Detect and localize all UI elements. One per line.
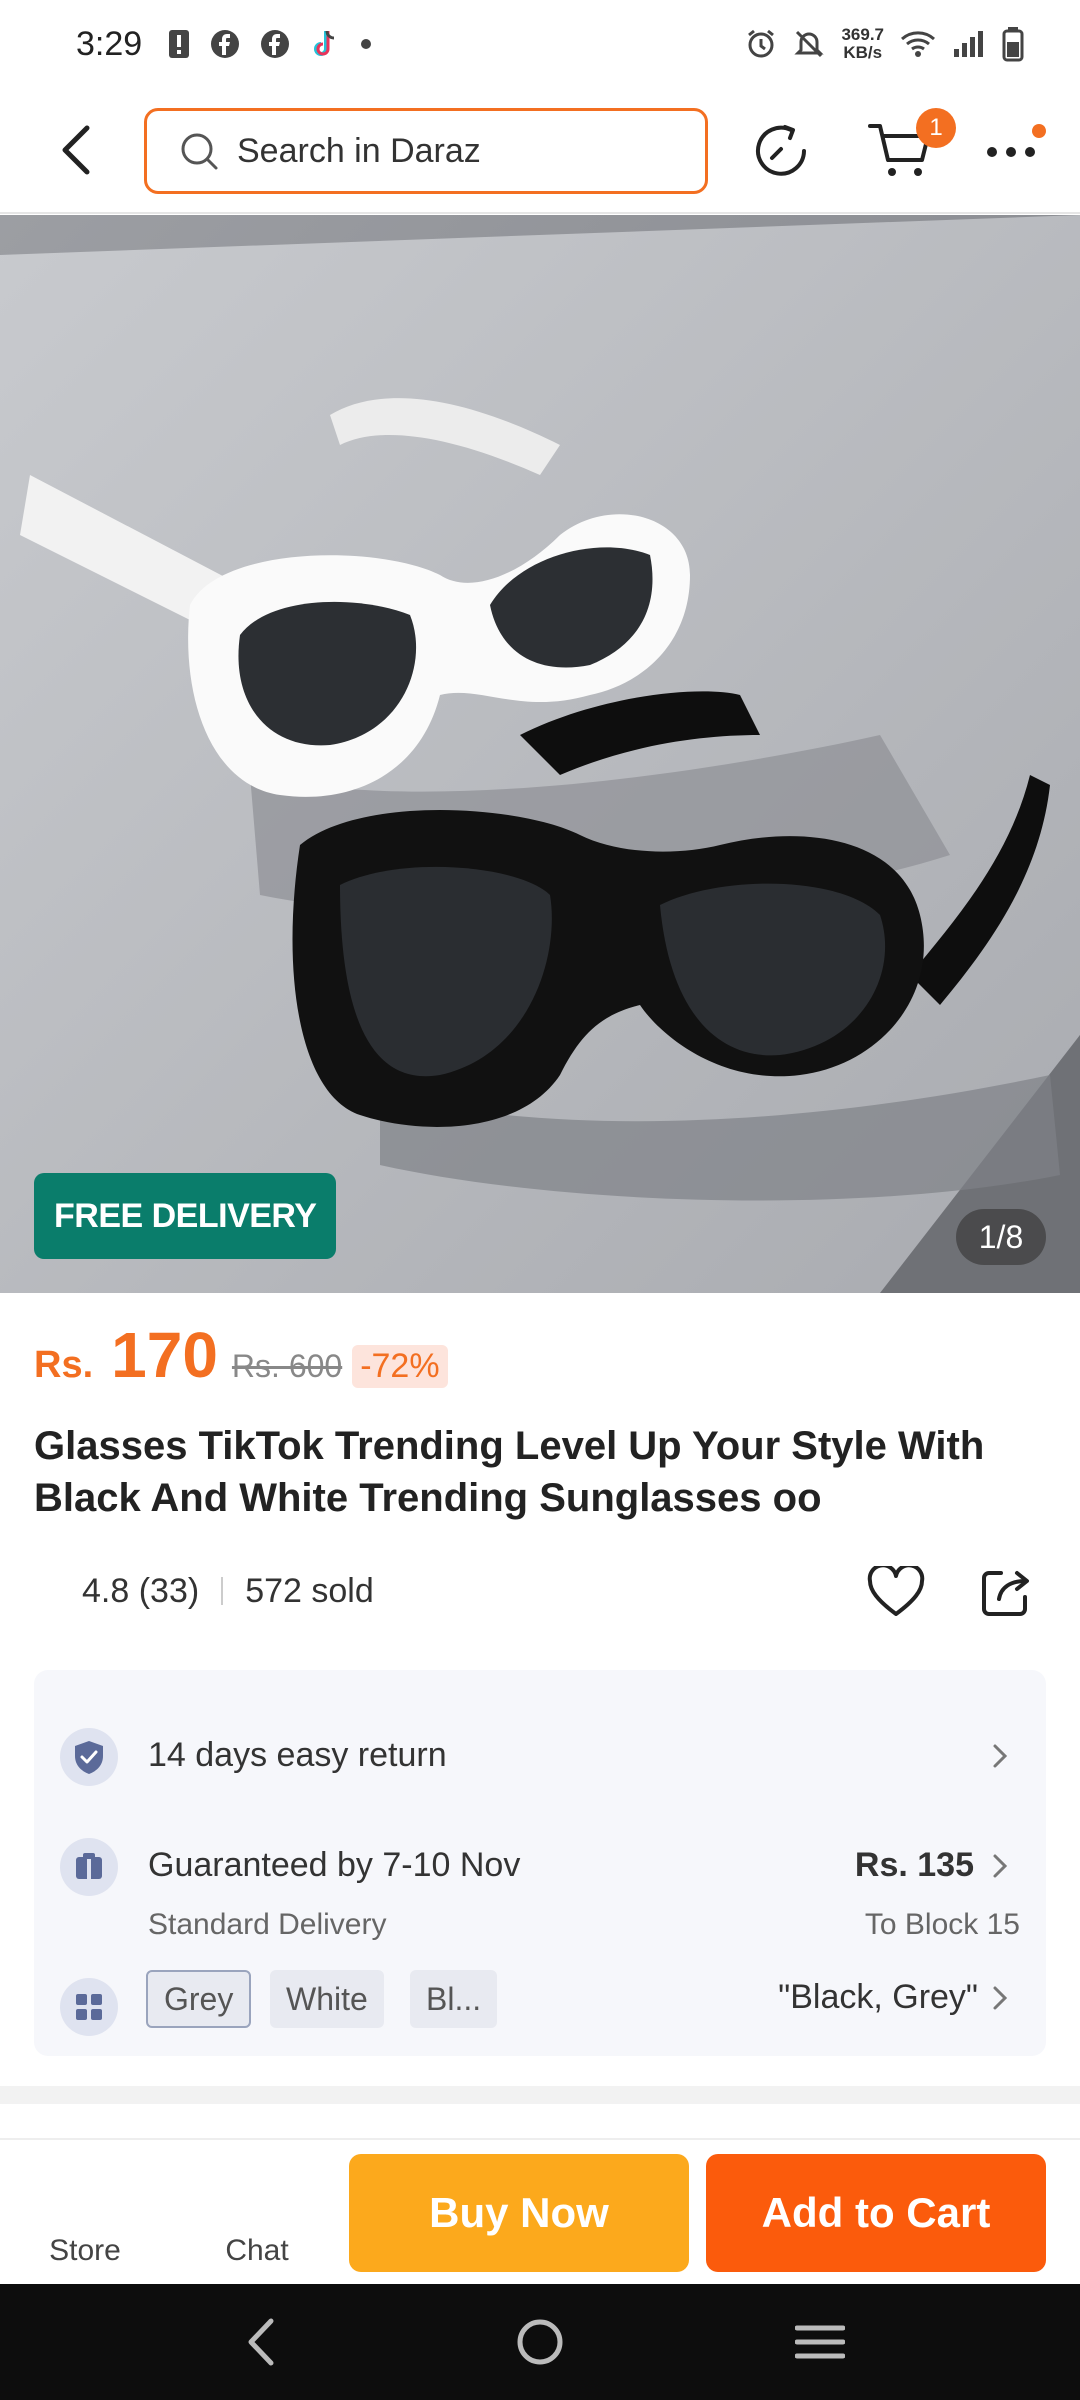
- nav-back-icon: [248, 2318, 274, 2366]
- share-icon: [982, 1571, 1029, 1616]
- rating-row: 4.8 (33) 572 sold: [34, 1558, 1046, 1624]
- price-original: Rs. 600: [231, 1348, 343, 1384]
- notification-dot: [1032, 124, 1046, 138]
- net-speed-value: 369.7: [841, 25, 884, 44]
- more-horizontal-icon: [987, 147, 1035, 157]
- status-bar: 3:29 369.7 KB/s: [0, 0, 1080, 88]
- delivery-guarantee-text: Guaranteed by 7-10 Nov: [148, 1846, 521, 1884]
- refresh-icon: [756, 125, 806, 176]
- top-bar: Search in Daraz 1: [0, 88, 1080, 214]
- tiktok-icon: [314, 30, 335, 56]
- facebook-icon: [261, 30, 290, 58]
- nav-menu-icon: [795, 2325, 845, 2359]
- delivery-fee: Rs. 135: [854, 1846, 974, 1884]
- chevron-right-icon: [986, 1980, 1014, 2016]
- service-info-card: 14 days easy return Guaranteed by 7-10 N…: [34, 1670, 1046, 2056]
- system-nav-bar: [0, 2284, 1080, 2400]
- variant-chip-black[interactable]: Bl...: [410, 1970, 498, 2028]
- shield-check-icon: [60, 1728, 118, 1786]
- net-speed: 369.7 KB/s: [841, 26, 884, 62]
- delivery-box-icon: [60, 1838, 118, 1896]
- muted-bell-icon: [794, 30, 825, 58]
- selected-variants-text: "Black, Grey": [778, 1978, 978, 2016]
- product-title: Glasses TikTok Trending Level Up Your St…: [34, 1424, 985, 1520]
- price-row: Rs. 170 Rs. 600 -72%: [34, 1318, 448, 1404]
- wifi-icon: [901, 31, 935, 57]
- delivery-location: To Block 15: [864, 1908, 1020, 1941]
- chevron-right-icon: [986, 1848, 1014, 1884]
- add-to-cart-button[interactable]: Add to Cart: [706, 2154, 1046, 2272]
- back-button[interactable]: [46, 118, 106, 182]
- cart-button[interactable]: 1: [860, 108, 956, 186]
- notification-icons: [168, 28, 372, 60]
- wishlist-button[interactable]: [864, 1560, 928, 1624]
- sold-count: 572 sold: [245, 1571, 374, 1610]
- search-placeholder: Search in Daraz: [237, 131, 481, 170]
- search-input[interactable]: Search in Daraz: [144, 108, 708, 194]
- product-image-gallery[interactable]: FREE DELIVERY 1/8: [0, 215, 1080, 1293]
- store-label: Store: [49, 2234, 121, 2267]
- chat-button[interactable]: Chat: [192, 2140, 322, 2286]
- free-delivery-badge: FREE DELIVERY: [34, 1173, 337, 1259]
- nav-home-button[interactable]: [500, 2302, 580, 2382]
- nav-home-icon: [517, 2319, 563, 2365]
- nav-back-button[interactable]: [220, 2302, 300, 2382]
- variant-grid-icon: [60, 1978, 118, 2036]
- heart-icon: [867, 1566, 925, 1616]
- price-currency: Rs.: [34, 1344, 94, 1386]
- system-icons: 369.7 KB/s: [745, 26, 1024, 62]
- cart-count-badge: 1: [916, 108, 956, 148]
- search-icon: [181, 133, 218, 170]
- bottom-action-bar: Store Chat Buy Now Add to Cart: [0, 2138, 1080, 2284]
- alert-icon: [169, 30, 190, 58]
- delivery-type-text: Standard Delivery: [148, 1908, 387, 1941]
- facebook-icon: [211, 30, 240, 58]
- net-speed-unit: KB/s: [843, 43, 883, 62]
- chevron-right-icon: [986, 1738, 1014, 1774]
- alarm-icon: [748, 29, 775, 58]
- nav-recents-button[interactable]: [780, 2302, 860, 2382]
- product-photo: [0, 215, 1080, 1293]
- return-policy-text: 14 days easy return: [148, 1736, 447, 1774]
- dot-icon: [361, 39, 372, 49]
- buy-now-button[interactable]: Buy Now: [349, 2154, 689, 2272]
- chevron-left-icon: [62, 125, 90, 175]
- divider: [221, 1577, 224, 1605]
- section-divider: [0, 2086, 1080, 2104]
- rating-text[interactable]: 4.8 (33): [82, 1572, 199, 1611]
- price-current: 170: [111, 1319, 218, 1391]
- variant-chip-white[interactable]: White: [270, 1970, 384, 2028]
- discount-badge: -72%: [352, 1345, 448, 1388]
- signal-icon: [954, 31, 983, 57]
- battery-icon: [1002, 27, 1024, 62]
- variant-chip-grey[interactable]: Grey: [146, 1970, 252, 2028]
- more-options-button[interactable]: [976, 124, 1046, 180]
- history-button[interactable]: [748, 118, 814, 184]
- image-counter: 1/8: [956, 1209, 1046, 1265]
- chat-label: Chat: [225, 2234, 289, 2267]
- status-time: 3:29: [76, 24, 143, 63]
- share-button[interactable]: [974, 1560, 1038, 1624]
- store-button[interactable]: Store: [20, 2140, 150, 2286]
